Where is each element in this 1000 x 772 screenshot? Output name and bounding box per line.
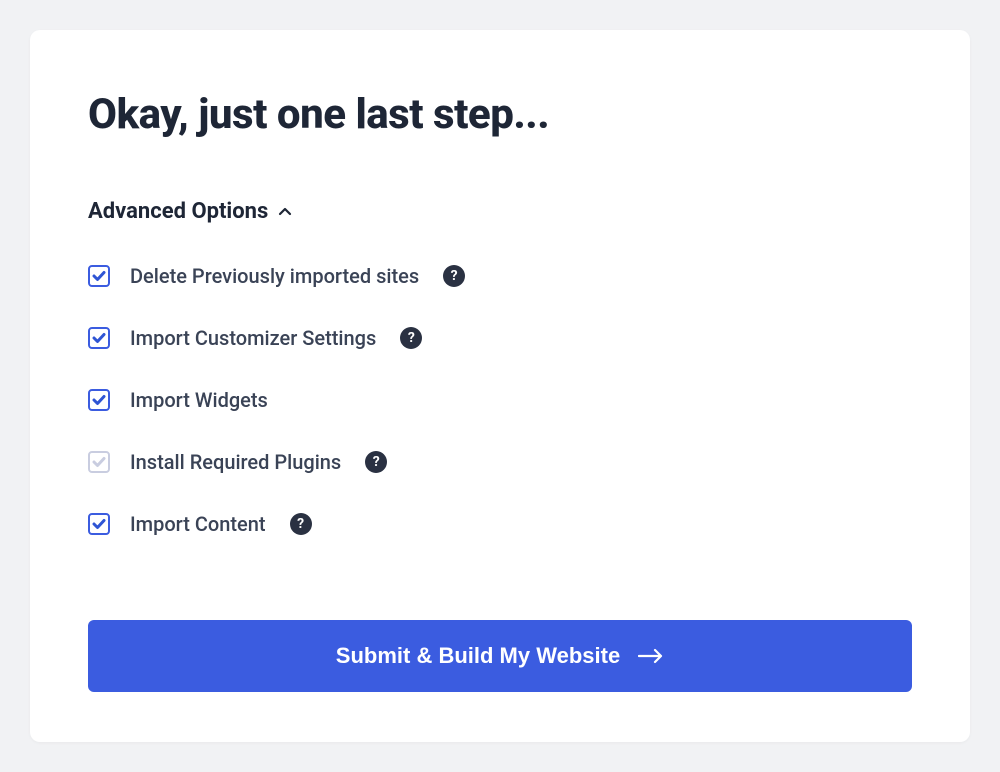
option-label: Install Required Plugins: [130, 450, 341, 474]
arrow-right-icon: [638, 648, 664, 664]
options-list: Delete Previously imported sites ? Impor…: [88, 264, 912, 570]
submit-label: Submit & Build My Website: [336, 643, 620, 669]
checkbox-import-content[interactable]: [88, 513, 110, 535]
option-label: Import Content: [130, 512, 266, 536]
option-label: Import Customizer Settings: [130, 326, 376, 350]
advanced-options-toggle[interactable]: Advanced Options: [88, 199, 912, 224]
page-title: Okay, just one last step...: [88, 90, 912, 139]
chevron-up-icon: [278, 205, 292, 219]
option-delete-previous: Delete Previously imported sites ?: [88, 264, 912, 288]
option-import-content: Import Content ?: [88, 512, 912, 536]
submit-button[interactable]: Submit & Build My Website: [88, 620, 912, 692]
setup-card: Okay, just one last step... Advanced Opt…: [30, 30, 970, 742]
advanced-options-label: Advanced Options: [88, 199, 268, 224]
help-icon[interactable]: ?: [365, 451, 387, 473]
help-icon[interactable]: ?: [290, 513, 312, 535]
help-icon[interactable]: ?: [443, 265, 465, 287]
checkbox-import-customizer[interactable]: [88, 327, 110, 349]
option-label: Import Widgets: [130, 388, 268, 412]
option-label: Delete Previously imported sites: [130, 264, 419, 288]
option-import-widgets: Import Widgets: [88, 388, 912, 412]
checkbox-install-plugins: [88, 451, 110, 473]
option-import-customizer: Import Customizer Settings ?: [88, 326, 912, 350]
checkbox-delete-previous[interactable]: [88, 265, 110, 287]
help-icon[interactable]: ?: [400, 327, 422, 349]
option-install-plugins: Install Required Plugins ?: [88, 450, 912, 474]
checkbox-import-widgets[interactable]: [88, 389, 110, 411]
